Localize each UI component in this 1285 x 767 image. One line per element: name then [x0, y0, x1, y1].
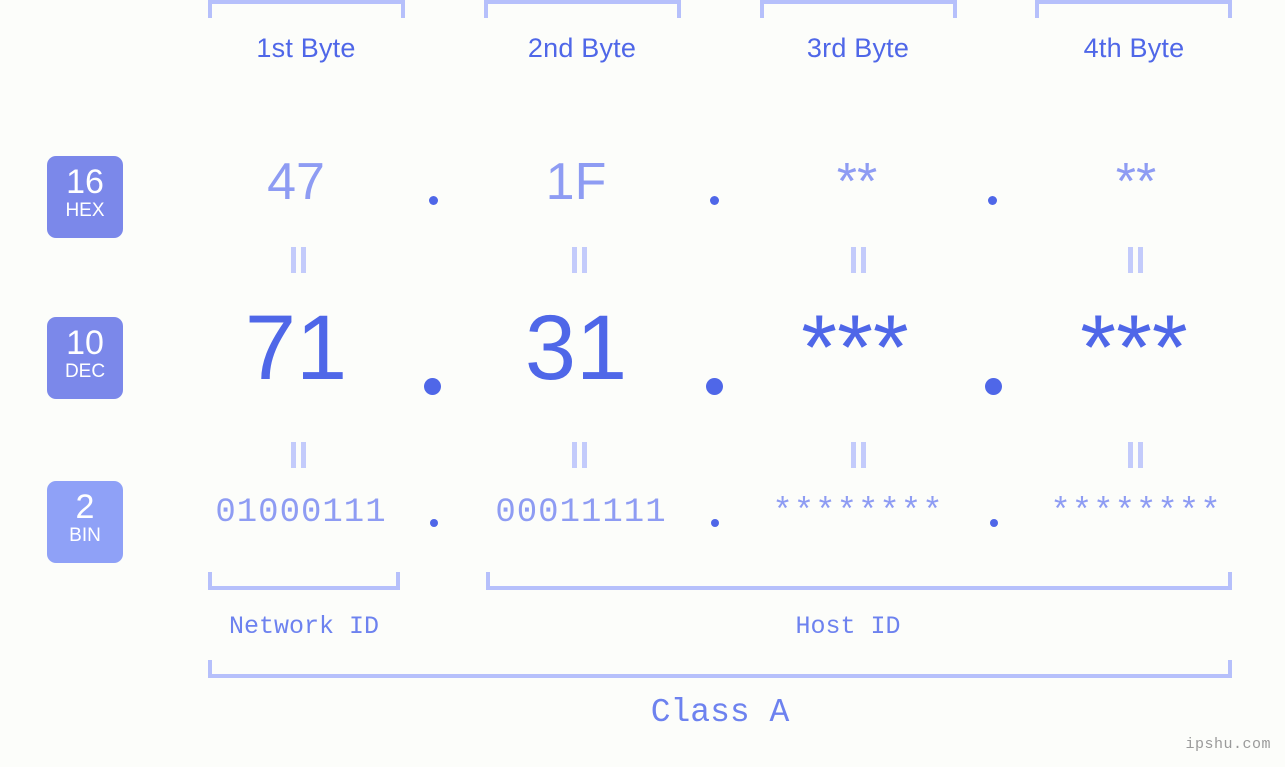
- hex-byte-1: 47: [267, 153, 325, 211]
- hex-byte-3: **: [836, 153, 878, 211]
- site-watermark: ipshu.com: [1185, 736, 1271, 753]
- equality-mark-hex-dec-2: [571, 247, 589, 273]
- bin-dot-separator-2: [711, 519, 719, 527]
- base-badge-bin-name: BIN: [69, 525, 101, 546]
- equality-mark-dec-bin-1: [290, 442, 308, 468]
- equality-mark-dec-bin-2: [571, 442, 589, 468]
- network-id-label: Network ID: [228, 612, 380, 641]
- byte-bracket-top-2: [484, 0, 681, 18]
- equality-mark-dec-bin-4: [1127, 442, 1145, 468]
- bin-byte-4: ********: [1050, 494, 1222, 532]
- hex-dot-separator-2: [710, 196, 719, 205]
- hex-byte-2: 1F: [545, 153, 607, 211]
- equality-mark-hex-dec-3: [850, 247, 868, 273]
- byte-header-1: 1st Byte: [256, 33, 356, 63]
- bin-byte-2: 00011111: [495, 494, 667, 532]
- hex-dot-separator-3: [988, 196, 997, 205]
- base-badge-bin: 2 BIN: [47, 481, 123, 563]
- bin-dot-separator-3: [990, 519, 998, 527]
- hex-byte-4: **: [1115, 153, 1157, 211]
- network-id-bracket: [208, 572, 400, 590]
- byte-header-3: 3rd Byte: [806, 33, 910, 63]
- dec-dot-separator-2: [706, 378, 723, 395]
- byte-header-2: 2nd Byte: [527, 33, 637, 63]
- base-badge-hex-number: 16: [66, 163, 104, 201]
- byte-header-4: 4th Byte: [1083, 33, 1185, 63]
- base-badge-dec: 10 DEC: [47, 317, 123, 399]
- dec-byte-1: 71: [244, 297, 348, 399]
- dec-byte-2: 31: [524, 297, 628, 399]
- base-badge-hex: 16 HEX: [47, 156, 123, 238]
- equality-mark-hex-dec-4: [1127, 247, 1145, 273]
- base-badge-dec-name: DEC: [64, 361, 106, 382]
- dec-byte-3: ***: [801, 297, 909, 399]
- hex-dot-separator-1: [429, 196, 438, 205]
- class-label: Class A: [650, 694, 790, 731]
- dec-byte-4: ***: [1080, 297, 1188, 399]
- equality-mark-dec-bin-3: [850, 442, 868, 468]
- byte-bracket-top-3: [760, 0, 957, 18]
- byte-bracket-top-4: [1035, 0, 1232, 18]
- bin-byte-3: ********: [772, 494, 944, 532]
- host-id-label: Host ID: [795, 612, 901, 641]
- bin-dot-separator-1: [430, 519, 438, 527]
- dec-dot-separator-3: [985, 378, 1002, 395]
- byte-bracket-top-1: [208, 0, 405, 18]
- ip-address-breakdown-diagram: 1st Byte 2nd Byte 3rd Byte 4th Byte 16 H…: [0, 0, 1285, 767]
- class-bracket: [208, 660, 1232, 678]
- bin-byte-1: 01000111: [215, 494, 387, 532]
- base-badge-hex-name: HEX: [65, 200, 105, 221]
- dec-dot-separator-1: [424, 378, 441, 395]
- base-badge-bin-number: 2: [75, 488, 95, 526]
- host-id-bracket: [486, 572, 1232, 590]
- base-badge-dec-number: 10: [66, 324, 104, 362]
- equality-mark-hex-dec-1: [290, 247, 308, 273]
